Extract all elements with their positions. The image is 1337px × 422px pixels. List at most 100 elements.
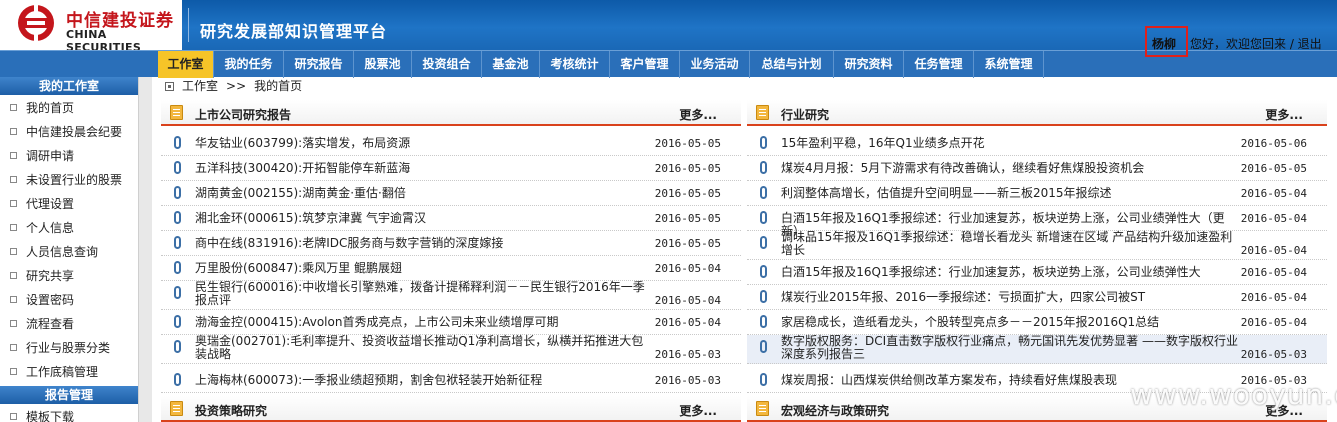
sidebar-item-morning-notes[interactable]: 中信建投晨会纪要 <box>0 120 138 144</box>
attachment-icon <box>174 340 181 353</box>
panel-industry-research: 行业研究 更多... 15年盈利平稳，16年Q1业绩多点开花 2016-05-06… <box>747 100 1327 396</box>
attachment-icon <box>174 261 181 274</box>
sidebar-item-research-share[interactable]: 研究共享 <box>0 264 138 288</box>
sidebar-item-working-papers[interactable]: 工作底稿管理 <box>0 360 138 384</box>
bullet-icon <box>10 200 17 207</box>
attachment-icon <box>760 236 767 249</box>
attachment-icon <box>174 286 181 299</box>
panel-strategy-research: 投资策略研究 更多... <box>161 396 741 422</box>
breadcrumb-current: 我的首页 <box>254 79 303 93</box>
nav-research-materials[interactable]: 研究资料 <box>834 51 904 78</box>
sidebar-item-template-download[interactable]: 模板下载 <box>0 405 138 422</box>
more-link[interactable]: 更多... <box>679 402 717 419</box>
nav-stock-pool[interactable]: 股票池 <box>354 51 412 78</box>
list-item[interactable]: 民生银行(600016):中收增长引擎熟难，拨备计提稀释利润－－民生银行2016… <box>161 281 741 310</box>
list-item[interactable]: 利润整体高增长，估值提升空间明显——新三板2015年报综述 2016-05-04 <box>747 181 1327 206</box>
list-item[interactable]: 湖南黄金(002155):湖南黄金·重估·翻倍 2016-05-05 <box>161 181 741 206</box>
attachment-icon <box>760 161 767 174</box>
nav-customers[interactable]: 客户管理 <box>610 51 680 78</box>
breadcrumb: 工作室 >> 我的首页 <box>165 77 310 95</box>
sidebar-item-profile[interactable]: 个人信息 <box>0 216 138 240</box>
home-icon <box>165 82 174 91</box>
more-link[interactable]: 更多... <box>679 106 717 123</box>
list-item[interactable]: 五洋科技(300420):开拓智能停车新蓝海 2016-05-05 <box>161 156 741 181</box>
sidebar-item-proxy[interactable]: 代理设置 <box>0 192 138 216</box>
panel-company-reports: 上市公司研究报告 更多... 华友钴业(603799):落实增发，布局资源 201… <box>161 100 741 396</box>
list-item[interactable]: 15年盈利平稳，16年Q1业绩多点开花 2016-05-06 <box>747 131 1327 156</box>
list-item[interactable]: 数字版权服务：DCI直击数字版权行业痛点，畅元国讯先发优势显著 ——数字版权行业… <box>747 335 1327 364</box>
watermark: www.wooyun.org <box>1130 378 1337 411</box>
list-item[interactable]: 上海梅林(600073):一季报业绩超预期，割舍包袱轻装开始新征程 2016-05… <box>161 368 741 393</box>
bullet-icon <box>10 344 17 351</box>
nav-portfolio[interactable]: 投资组合 <box>412 51 482 78</box>
bullet-icon <box>10 272 17 279</box>
sidebar-item-workflow[interactable]: 流程查看 <box>0 312 138 336</box>
sidebar-item-classification[interactable]: 行业与股票分类 <box>0 336 138 360</box>
bullet-icon <box>10 104 17 111</box>
document-icon <box>170 401 183 416</box>
sidebar-item-password[interactable]: 设置密码 <box>0 288 138 312</box>
attachment-icon <box>760 315 767 328</box>
nav-my-tasks[interactable]: 我的任务 <box>214 51 284 78</box>
bullet-icon <box>10 296 17 303</box>
list-item[interactable]: 商中在线(831916):老牌IDC服务商与数字营销的深度嫁接 2016-05-0… <box>161 231 741 256</box>
list-item[interactable]: 白酒15年报及16Q1季报综述：行业加速复苏，板块逆势上涨，公司业绩弹性大 201… <box>747 260 1327 285</box>
user-name[interactable]: 杨柳 <box>1152 35 1176 52</box>
attachment-icon <box>174 236 181 249</box>
bullet-icon <box>10 413 17 420</box>
document-icon <box>170 105 183 120</box>
list-item[interactable]: 奥瑞金(002701):毛利率提升、投资收益增长推动Q1净利高增长，纵横并拓推进… <box>161 335 741 364</box>
sidebar: 我的工作室 我的首页 中信建投晨会纪要 调研申请 未设置行业的股票 代理设置 个… <box>0 77 138 422</box>
attachment-icon <box>174 211 181 224</box>
nav-fund-pool[interactable]: 基金池 <box>482 51 540 78</box>
company-logo: 中信建投证券 CHINA SECURITIES <box>0 0 182 54</box>
sidebar-item-unset-industry[interactable]: 未设置行业的股票 <box>0 168 138 192</box>
sidebar-section-report-mgmt: 报告管理 <box>0 386 138 404</box>
attachment-icon <box>174 186 181 199</box>
list-item[interactable]: 湘北金环(000615):筑梦京津冀 气宇逾霄汉 2016-05-05 <box>161 206 741 231</box>
panel-header: 行业研究 更多... <box>747 100 1327 126</box>
list-item[interactable]: 家居稳成长，造纸看龙头，个股转型亮点多－－2015年报2016Q1总结 2016-… <box>747 310 1327 335</box>
nav-studio[interactable]: 工作室 <box>158 51 214 78</box>
list-item[interactable]: 华友钴业(603799):落实增发，布局资源 2016-05-05 <box>161 131 741 156</box>
list-item[interactable]: 白酒15年报及16Q1季报综述：行业加速复苏，板块逆势上涨，公司业绩弹性大（更新… <box>747 206 1327 238</box>
sidebar-item-staff-search[interactable]: 人员信息查询 <box>0 240 138 264</box>
bullet-icon <box>10 224 17 231</box>
attachment-icon <box>174 373 181 386</box>
list-item[interactable]: 万里股份(600847):乘风万里 鲲鹏展翅 2016-05-04 <box>161 256 741 281</box>
more-link[interactable]: 更多... <box>1265 106 1303 123</box>
panel-title: 行业研究 <box>781 108 830 122</box>
breadcrumb-separator: >> <box>226 79 247 93</box>
nav-task-mgmt[interactable]: 任务管理 <box>904 51 974 78</box>
nav-assessment[interactable]: 考核统计 <box>540 51 610 78</box>
list-item[interactable]: 调味品15年报及16Q1季报综述：稳增长看龙头 新增速在区域 产品结构升级加速盈… <box>747 231 1327 260</box>
bullet-icon <box>10 128 17 135</box>
greeting-logout[interactable]: 您好，欢迎您回来 / 退出 <box>1190 35 1322 52</box>
bullet-icon <box>10 368 17 375</box>
list-item[interactable]: 煤炭行业2015年报、2016一季报综述：亏损面扩大，四家公司被ST 2016-0… <box>747 285 1327 310</box>
sidebar-item-survey-request[interactable]: 调研申请 <box>0 144 138 168</box>
nav-summary-plan[interactable]: 总结与计划 <box>750 51 834 78</box>
breadcrumb-studio[interactable]: 工作室 <box>182 79 218 93</box>
attachment-icon <box>760 290 767 303</box>
sidebar-item-home[interactable]: 我的首页 <box>0 96 138 120</box>
bullet-icon <box>10 320 17 327</box>
main-nav: 工作室 我的任务 研究报告 股票池 投资组合 基金池 考核统计 客户管理 业务活… <box>0 50 1337 78</box>
list-item[interactable]: 煤炭4月月报：5月下游需求有待改善确认，继续看好焦煤股投资机会 2016-05-0… <box>747 156 1327 181</box>
bullet-icon <box>10 152 17 159</box>
document-icon <box>756 105 769 120</box>
attachment-icon <box>760 373 767 386</box>
nav-activities[interactable]: 业务活动 <box>680 51 750 78</box>
sidebar-scrollbar[interactable] <box>138 77 152 422</box>
attachment-icon <box>174 315 181 328</box>
list-item[interactable]: 渤海金控(000415):Avolon首秀成亮点，上市公司未来业绩增厚可期 201… <box>161 310 741 335</box>
attachment-icon <box>760 211 767 224</box>
nav-system-mgmt[interactable]: 系统管理 <box>974 51 1044 78</box>
citic-logo-icon <box>18 5 54 41</box>
nav-research-reports[interactable]: 研究报告 <box>284 51 354 78</box>
sidebar-section-my-studio: 我的工作室 <box>0 77 138 95</box>
panel-title: 投资策略研究 <box>195 404 268 418</box>
document-icon <box>756 401 769 416</box>
app-title: 研究发展部知识管理平台 <box>200 22 388 41</box>
attachment-icon <box>760 340 767 353</box>
